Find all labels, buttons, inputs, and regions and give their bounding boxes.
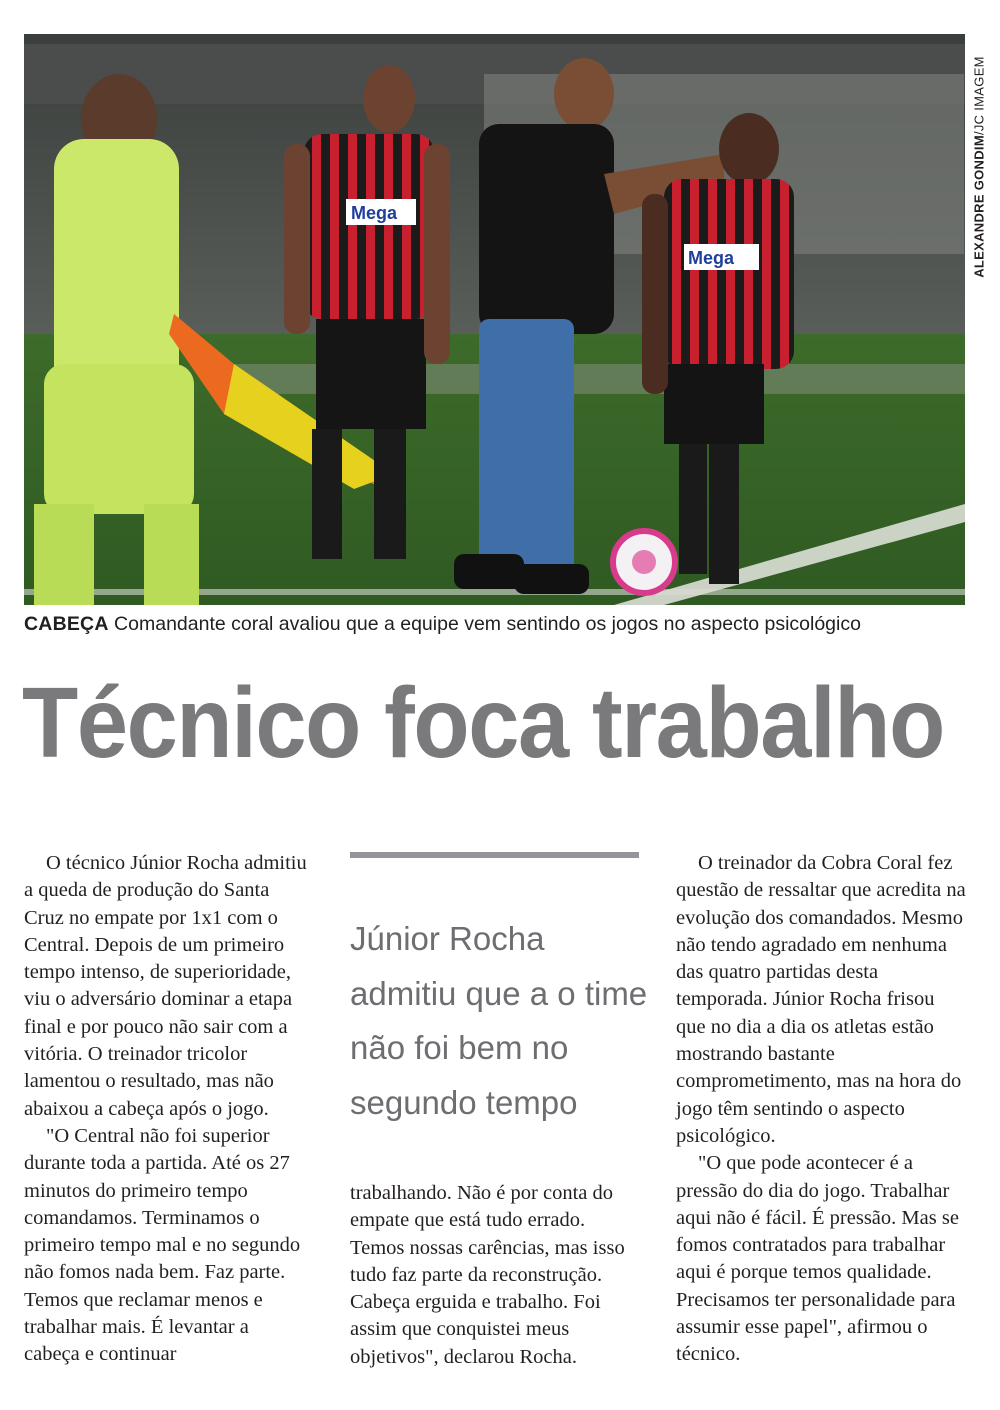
- photo-credit-agency: JC IMAGEM: [971, 55, 987, 131]
- pullquote-rule: [350, 852, 639, 858]
- caption-text: Comandante coral avaliou que a equipe ve…: [114, 613, 861, 635]
- caption-kicker: CABEÇA: [24, 613, 109, 635]
- paragraph: "O Central não foi superior durante toda…: [24, 1124, 301, 1366]
- body-column-2: trabalhando. Não é por conta do empate q…: [350, 1180, 640, 1371]
- svg-text:Mega: Mega: [351, 203, 398, 223]
- photo-credit: ALEXANDRE GONDIM/JC IMAGEM: [971, 55, 987, 278]
- photo-caption: CABEÇA Comandante coral avaliou que a eq…: [24, 610, 974, 638]
- paragraph: "O que pode acontecer é a pressão do dia…: [676, 1152, 959, 1366]
- pullquote: Júnior Rocha admitiu que a o time não fo…: [350, 920, 648, 1121]
- headline: Técnico foca trabalho: [22, 667, 945, 779]
- photo-illustration: Mega Mega: [24, 34, 965, 605]
- article-photo: Mega Mega: [24, 34, 965, 605]
- paragraph: O treinador da Cobra Coral fez questão d…: [676, 852, 966, 1147]
- photo-credit-author: ALEXANDRE GONDIM: [971, 134, 987, 278]
- paragraph: O técnico Júnior Rocha admitiu a queda d…: [24, 852, 307, 1120]
- paragraph: trabalhando. Não é por conta do empate q…: [350, 1182, 625, 1368]
- football: [610, 528, 678, 596]
- svg-text:Mega: Mega: [688, 248, 735, 268]
- body-column-1: O técnico Júnior Rocha admitiu a queda d…: [24, 850, 309, 1369]
- body-column-3: O treinador da Cobra Coral fez questão d…: [676, 850, 968, 1369]
